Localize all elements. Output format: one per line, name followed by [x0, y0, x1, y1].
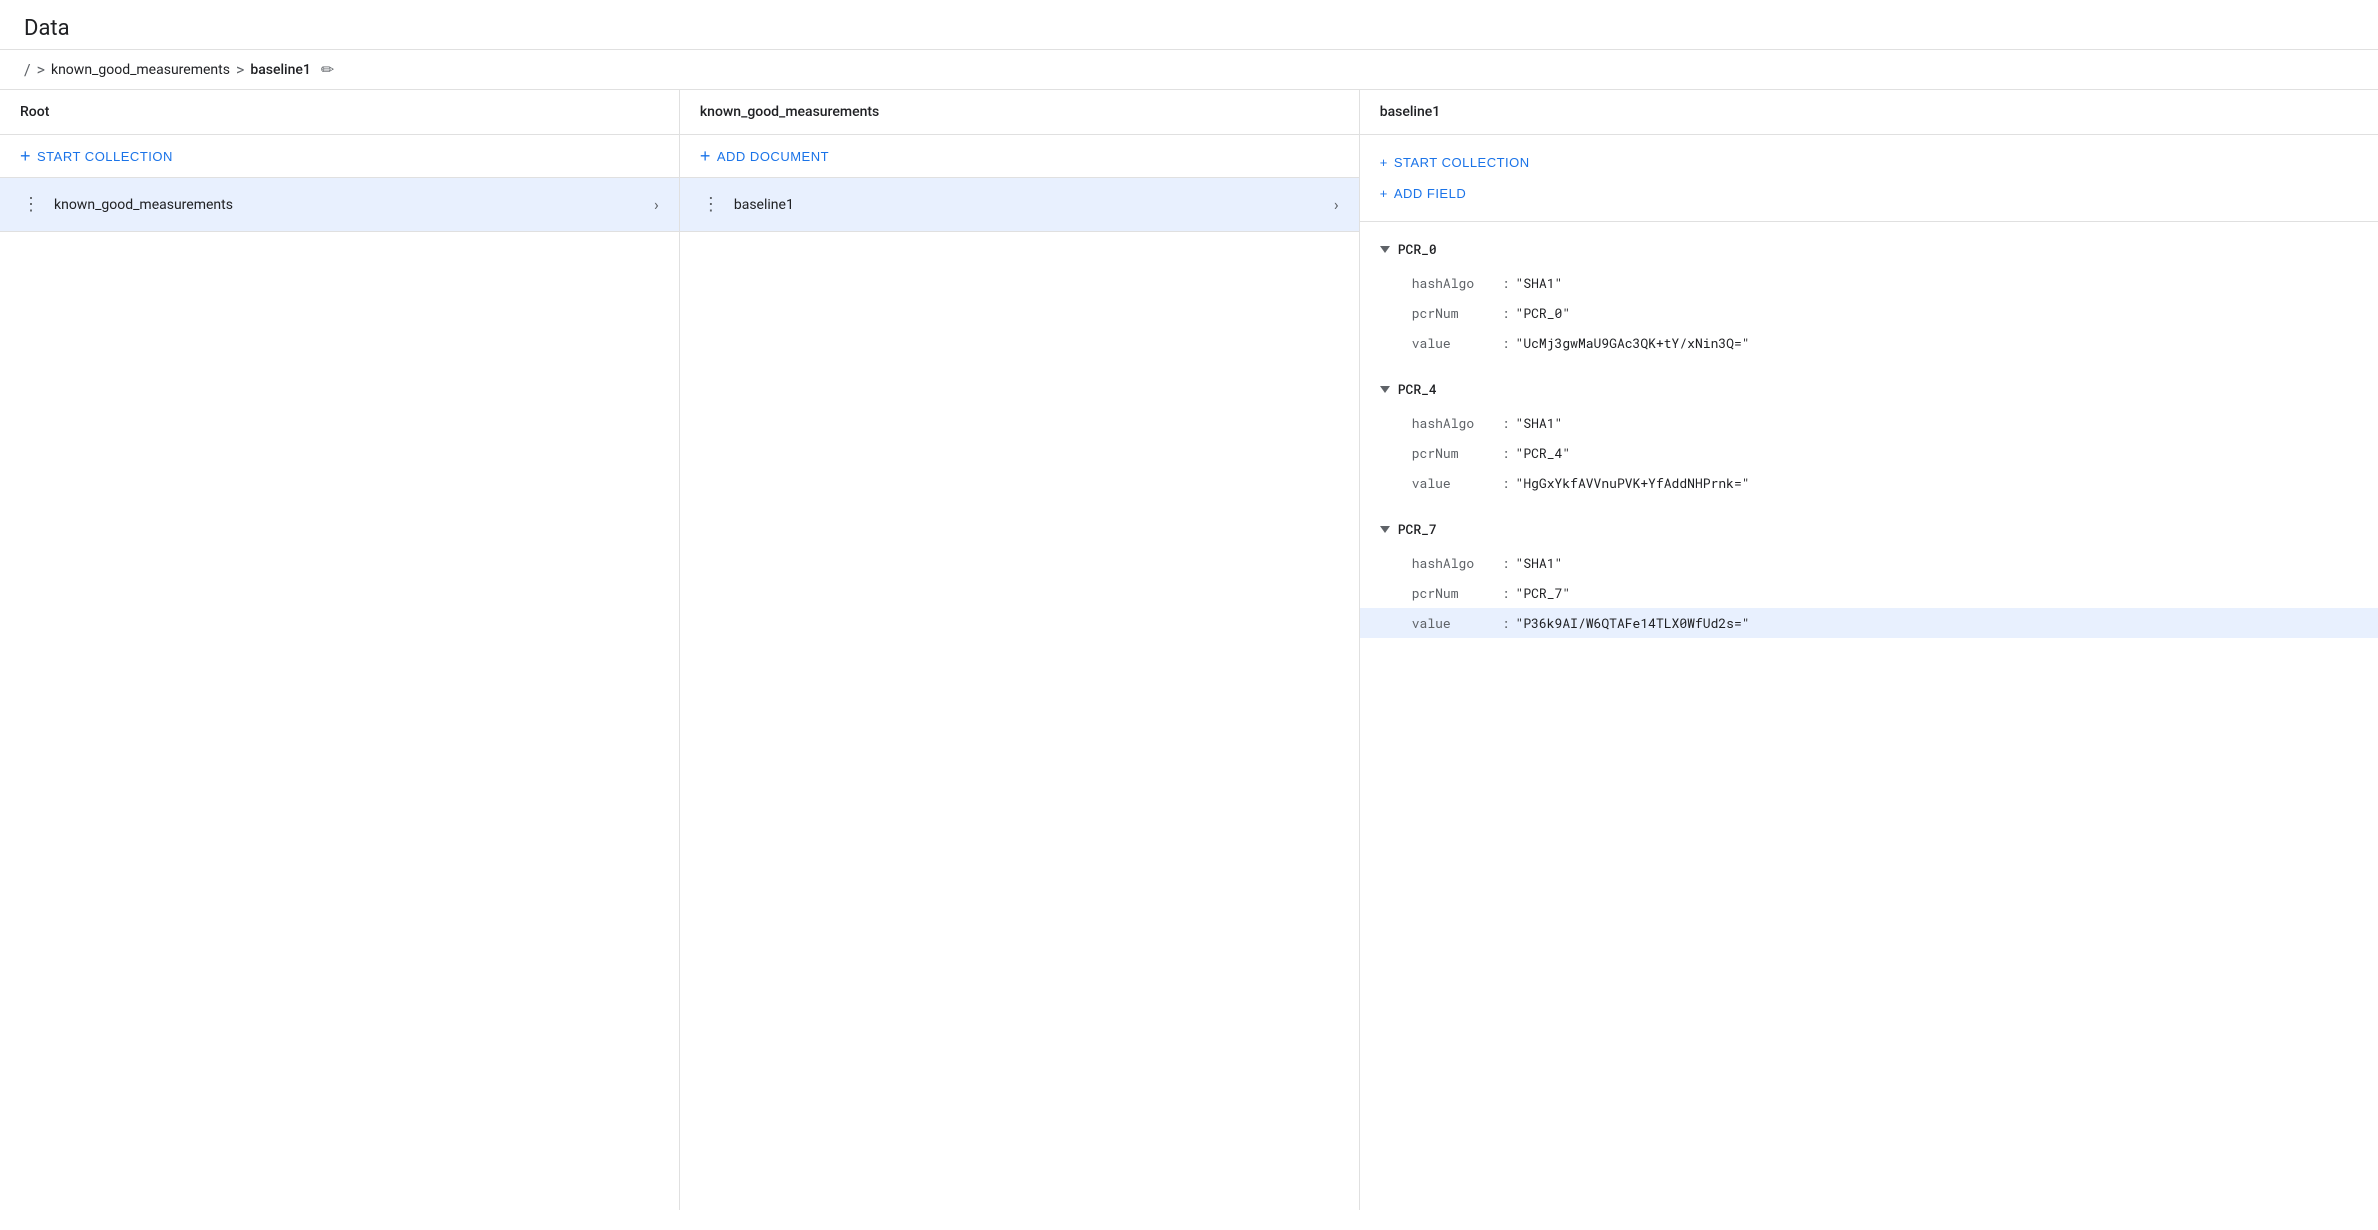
baseline1-three-dots-icon[interactable]: ⋮ — [700, 192, 722, 217]
pcr-4-pcrnum-value: "PCR_4" — [1516, 444, 1571, 462]
pcr-4-value-row: value : "HgGxYkfAVVnuPVK+YfAddNHPrnk=" — [1360, 468, 2378, 498]
breadcrumb-chevron1: > — [37, 60, 45, 79]
plus-icon: + — [20, 147, 31, 165]
pcr-7-name: PCR_7 — [1398, 520, 1437, 538]
pcr-0-value-key: value — [1412, 334, 1502, 352]
pcr-7-pcrnum-value: "PCR_7" — [1516, 584, 1571, 602]
b1-start-plus-icon: + — [1380, 155, 1388, 170]
page-header: Data — [0, 0, 2378, 50]
known-good-measurements-header: known_good_measurements — [680, 90, 1359, 135]
pcr-0-value-row: value : "UcMj3gwMaU9GAc3QK+tY/xNin3Q=" — [1360, 328, 2378, 358]
pcr-4-hashalgo-key: hashAlgo — [1412, 414, 1502, 432]
pcr-4-pcrnum-key: pcrNum — [1412, 444, 1502, 462]
pcr-4-header[interactable]: PCR_4 — [1360, 370, 2378, 408]
fields-container: PCR_0 hashAlgo : "SHA1" pcrNum : "PCR_0" — [1360, 222, 2378, 658]
pcr-4-hashalgo-value: "SHA1" — [1516, 414, 1563, 432]
pcr-7-group: PCR_7 hashAlgo : "SHA1" pcrNum : "PCR_7" — [1360, 510, 2378, 646]
pcr-7-collapse-icon[interactable] — [1380, 526, 1390, 533]
page-title: Data — [24, 16, 2354, 41]
pcr-0-pcrnum-value: "PCR_0" — [1516, 304, 1571, 322]
pcr-4-value-val: "HgGxYkfAVVnuPVK+YfAddNHPrnk=" — [1516, 474, 1750, 492]
pcr-4-fields: hashAlgo : "SHA1" pcrNum : "PCR_4" value… — [1360, 408, 2378, 506]
pcr-7-hashalgo-value: "SHA1" — [1516, 554, 1563, 572]
root-column: Root + START COLLECTION ⋮ known_good_mea… — [0, 90, 680, 1210]
add-doc-plus-icon: + — [700, 147, 711, 165]
breadcrumb-slash: / — [24, 60, 31, 79]
baseline1-item-name: baseline1 — [734, 197, 1322, 213]
pcr-7-fields: hashAlgo : "SHA1" pcrNum : "PCR_7" value… — [1360, 548, 2378, 646]
pcr-0-collapse-icon[interactable] — [1380, 246, 1390, 253]
pcr-7-value-row: value : "P36k9AI/W6QTAFe14TLX0WfUd2s=" — [1360, 608, 2378, 638]
pcr-4-collapse-icon[interactable] — [1380, 386, 1390, 393]
baseline1-actions: + START COLLECTION + ADD FIELD — [1360, 135, 2378, 222]
baseline1-start-collection-button[interactable]: + START COLLECTION — [1380, 147, 2358, 178]
pcr-7-value-val: "P36k9AI/W6QTAFe14TLX0WfUd2s=" — [1516, 614, 1750, 632]
root-collection-item[interactable]: ⋮ known_good_measurements › — [0, 178, 679, 232]
pcr-4-hashalgo-row: hashAlgo : "SHA1" — [1360, 408, 2378, 438]
pcr-0-value-val: "UcMj3gwMaU9GAc3QK+tY/xNin3Q=" — [1516, 334, 1750, 352]
pcr-0-header[interactable]: PCR_0 — [1360, 230, 2378, 268]
pcr-7-pcrnum-row: pcrNum : "PCR_7" — [1360, 578, 2378, 608]
pcr-7-hashalgo-row: hashAlgo : "SHA1" — [1360, 548, 2378, 578]
breadcrumb-chevron2: > — [236, 60, 244, 79]
pcr-0-fields: hashAlgo : "SHA1" pcrNum : "PCR_0" value… — [1360, 268, 2378, 366]
root-start-collection-button[interactable]: + START COLLECTION — [0, 135, 679, 178]
add-field-plus-icon: + — [1380, 186, 1388, 201]
pcr-0-name: PCR_0 — [1398, 240, 1437, 258]
edit-icon[interactable]: ✏ — [321, 60, 334, 79]
pcr-7-hashalgo-key: hashAlgo — [1412, 554, 1502, 572]
add-field-label: ADD FIELD — [1394, 186, 1466, 201]
pcr-7-pcrnum-key: pcrNum — [1412, 584, 1502, 602]
baseline1-column-header: baseline1 — [1360, 90, 2378, 135]
pcr-0-pcrnum-key: pcrNum — [1412, 304, 1502, 322]
root-start-collection-label: START COLLECTION — [37, 149, 173, 164]
pcr-0-pcrnum-row: pcrNum : "PCR_0" — [1360, 298, 2378, 328]
pcr-0-hashalgo-key: hashAlgo — [1412, 274, 1502, 292]
pcr-4-value-key: value — [1412, 474, 1502, 492]
three-dots-icon[interactable]: ⋮ — [20, 192, 42, 217]
add-document-label: ADD DOCUMENT — [717, 149, 829, 164]
baseline1-item[interactable]: ⋮ baseline1 › — [680, 178, 1359, 232]
chevron-right-icon: › — [654, 195, 659, 214]
baseline1-column: baseline1 + START COLLECTION + ADD FIELD… — [1360, 90, 2378, 1210]
pcr-0-hashalgo-value: "SHA1" — [1516, 274, 1563, 292]
breadcrumb: / > known_good_measurements > baseline1 … — [0, 50, 2378, 90]
pcr-4-name: PCR_4 — [1398, 380, 1437, 398]
known-good-measurements-column: known_good_measurements + ADD DOCUMENT ⋮… — [680, 90, 1360, 1210]
pcr-0-group: PCR_0 hashAlgo : "SHA1" pcrNum : "PCR_0" — [1360, 230, 2378, 366]
root-item-name: known_good_measurements — [54, 197, 642, 213]
baseline1-chevron-right-icon: › — [1334, 195, 1339, 214]
breadcrumb-collection-link[interactable]: known_good_measurements — [51, 62, 230, 78]
baseline1-start-collection-label: START COLLECTION — [1394, 155, 1530, 170]
add-document-button[interactable]: + ADD DOCUMENT — [680, 135, 1359, 178]
pcr-0-hashalgo-row: hashAlgo : "SHA1" — [1360, 268, 2378, 298]
root-column-header: Root — [0, 90, 679, 135]
add-field-button[interactable]: + ADD FIELD — [1380, 178, 2358, 209]
columns-container: Root + START COLLECTION ⋮ known_good_mea… — [0, 90, 2378, 1210]
pcr-7-value-key: value — [1412, 614, 1502, 632]
pcr-7-header[interactable]: PCR_7 — [1360, 510, 2378, 548]
baseline1-detail-panel: + START COLLECTION + ADD FIELD PCR_0 — [1360, 135, 2378, 658]
pcr-4-pcrnum-row: pcrNum : "PCR_4" — [1360, 438, 2378, 468]
pcr-4-group: PCR_4 hashAlgo : "SHA1" pcrNum : "PCR_4" — [1360, 370, 2378, 506]
breadcrumb-document: baseline1 — [250, 62, 311, 78]
